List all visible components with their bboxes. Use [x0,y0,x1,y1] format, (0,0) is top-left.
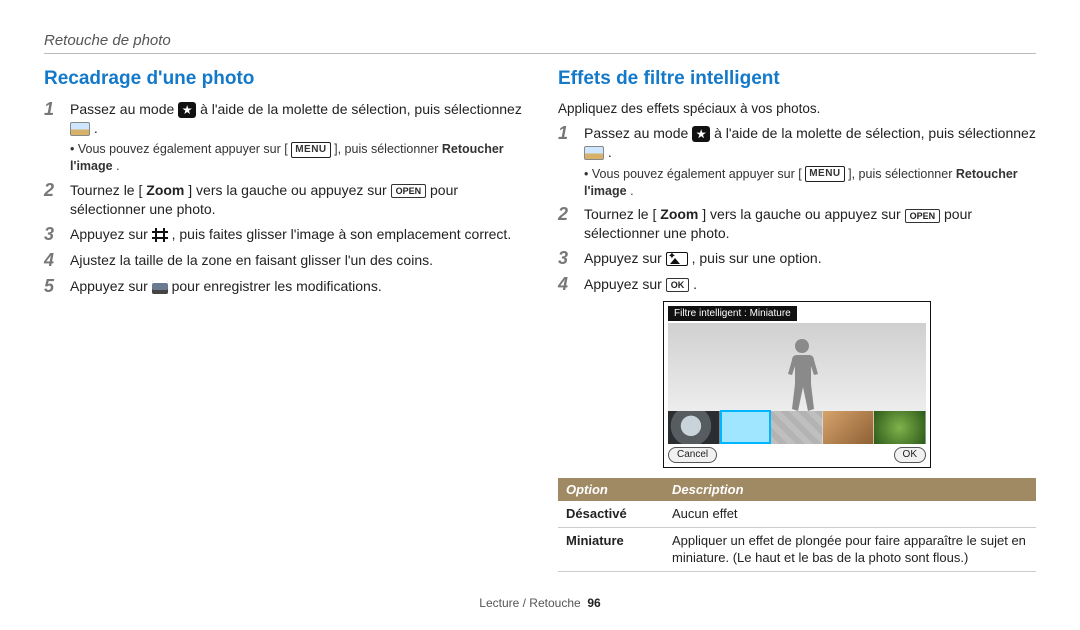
thumb-original[interactable] [668,410,720,444]
silhouette-icon [782,339,822,411]
thumb-miniature-selected[interactable] [720,410,772,444]
step-2: Tournez le [ Zoom ] vers la gauche ou ap… [70,181,522,219]
cell-option: Miniature [558,527,664,571]
r-step-2: Tournez le [ Zoom ] vers la gauche ou ap… [584,205,1036,243]
left-heading: Recadrage d'une photo [44,66,522,92]
step-number: 5 [44,277,60,297]
text: . [693,276,697,292]
table-row: Désactivé Aucun effet [558,501,1036,527]
text: pour enregistrer les modifications. [172,278,382,294]
divider [44,53,1036,54]
th-option: Option [558,478,664,502]
ok-key-icon: OK [666,278,690,292]
camera-preview: Filtre intelligent : Miniature [663,301,931,468]
text: Tournez le [ [584,206,656,222]
mode-magic-icon [178,102,196,118]
filter-thumbnails [668,410,926,444]
footer-section: Lecture / Retouche [479,596,580,610]
bold-text: Zoom [146,182,184,198]
text: Appuyez sur [584,250,666,266]
preview-banner: Filtre intelligent : Miniature [668,306,797,322]
text: Passez au mode [70,101,178,117]
open-key-icon: OPEN [905,209,941,223]
step-number: 4 [558,275,574,295]
preview-scene [668,323,926,411]
page-header: Retouche de photo [44,32,1036,49]
step-number: 2 [558,205,574,243]
right-heading: Effets de filtre intelligent [558,66,1036,92]
text: . [94,120,98,136]
crop-icon [152,228,168,242]
page-footer: Lecture / Retouche 96 [44,590,1036,610]
step-number: 2 [44,181,60,219]
cell-option: Désactivé [558,501,664,527]
left-column: Recadrage d'une photo 1 Passez au mode à… [44,66,522,590]
text: , puis faites glisser l'image à son empl… [172,226,512,242]
text: à l'aide de la molette de sélection, pui… [200,101,522,117]
text: . [608,144,612,160]
open-key-icon: OPEN [391,184,427,198]
step-number: 4 [44,251,60,271]
thumb-filter-4[interactable] [823,410,875,444]
right-column: Effets de filtre intelligent Appliquez d… [558,66,1036,590]
text: Tournez le [ [70,182,142,198]
text: Appuyez sur [584,276,666,292]
preview-ok-button[interactable]: OK [894,447,926,463]
text: Vous pouvez également appuyer sur [ [592,167,802,181]
text: Vous pouvez également appuyer sur [ [78,142,288,156]
step-number: 1 [558,124,574,200]
thumb-filter-3[interactable] [771,410,823,444]
text: à l'aide de la molette de sélection, pui… [714,125,1036,141]
menu-key-icon: MENU [805,166,844,182]
text: . [116,159,119,173]
r-step-3: Appuyez sur , puis sur une option. [584,249,1036,269]
step-1: Passez au mode à l'aide de la molette de… [70,100,522,176]
save-icon [152,280,168,294]
text: ] vers la gauche ou appuyez sur [702,206,904,222]
bold-text: Zoom [660,206,698,222]
mode-magic-icon [692,126,710,142]
step-4: Ajustez la taille de la zone en faisant … [70,251,522,271]
text: Passez au mode [584,125,692,141]
footer-page-number: 96 [587,596,600,610]
text: , puis sur une option. [692,250,822,266]
table-row: Miniature Appliquer un effet de plongée … [558,527,1036,571]
step-3: Appuyez sur , puis faites glisser l'imag… [70,225,522,245]
step-number: 3 [44,225,60,245]
text: ] vers la gauche ou appuyez sur [188,182,390,198]
thumb-filter-5[interactable] [874,410,926,444]
text: ], puis sélectionner [334,142,442,156]
photo-edit-icon [584,146,604,160]
step-number: 3 [558,249,574,269]
text: Appuyez sur [70,278,152,294]
text: . [630,184,633,198]
r-step-1: Passez au mode à l'aide de la molette de… [584,124,1036,200]
th-description: Description [664,478,1036,502]
text: ], puis sélectionner [848,167,956,181]
step-number: 1 [44,100,60,176]
step-5: Appuyez sur pour enregistrer les modific… [70,277,522,297]
preview-cancel-button[interactable]: Cancel [668,447,717,463]
text: Appuyez sur [70,226,152,242]
filter-effects-icon [666,252,688,266]
right-intro: Appliquez des effets spéciaux à vos phot… [558,100,1036,118]
cell-description: Appliquer un effet de plongée pour faire… [664,527,1036,571]
menu-key-icon: MENU [291,142,330,158]
r-step-4: Appuyez sur OK . [584,275,1036,295]
cell-description: Aucun effet [664,501,1036,527]
options-table: Option Description Désactivé Aucun effet… [558,478,1036,572]
photo-edit-icon [70,122,90,136]
